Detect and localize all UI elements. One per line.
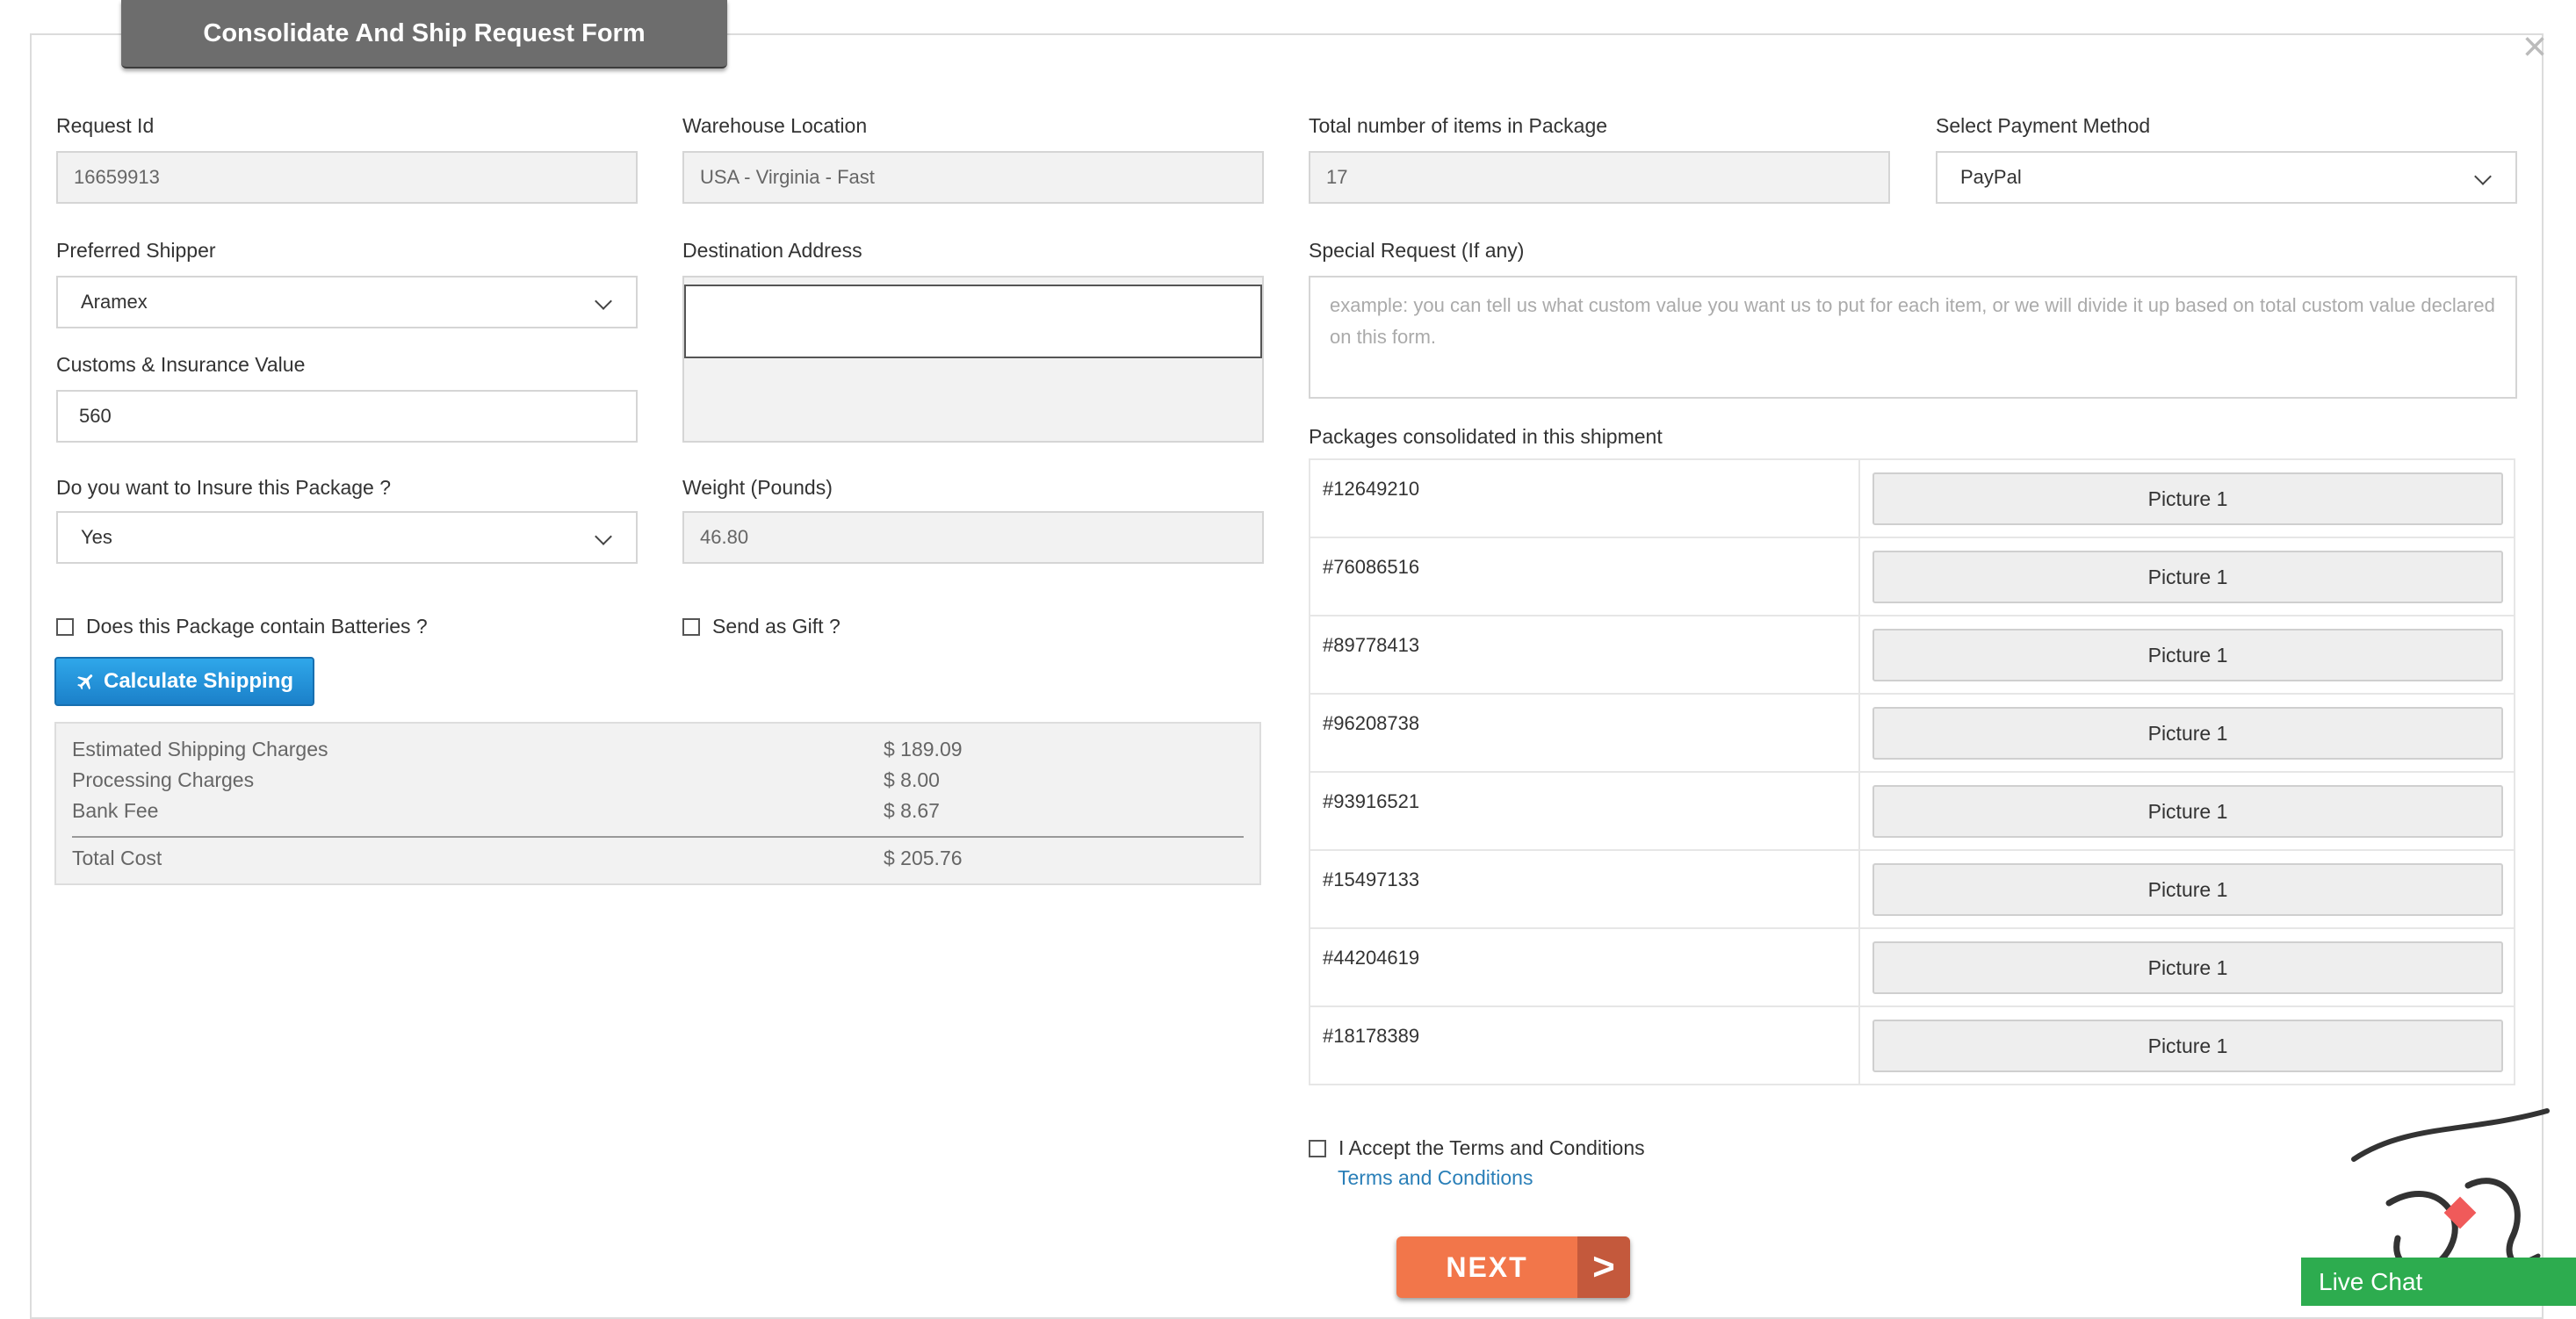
cost-label: Estimated Shipping Charges [72, 738, 328, 760]
total-items-field: 17 [1309, 151, 1890, 204]
table-row: #44204619 Picture 1 [1310, 929, 2514, 1007]
shipper-value: Aramex [81, 291, 148, 313]
batteries-label: Does this Package contain Batteries ? [86, 615, 428, 638]
weight-field: 46.80 [682, 511, 1264, 564]
cost-row: Bank Fee $ 8.67 [72, 799, 1244, 823]
package-id: #93916521 [1323, 790, 1420, 812]
destination-input[interactable] [684, 285, 1262, 358]
gift-checkbox[interactable] [682, 618, 700, 636]
picture-button[interactable]: Picture 1 [1872, 707, 2503, 760]
terms-checkbox[interactable] [1309, 1140, 1326, 1157]
special-request-placeholder: example: you can tell us what custom val… [1330, 294, 2495, 348]
insure-value: Yes [81, 526, 112, 548]
cost-summary: Estimated Shipping Charges $ 189.09 Proc… [54, 722, 1261, 885]
cost-row: Processing Charges $ 8.00 [72, 768, 1244, 792]
special-request-textarea[interactable]: example: you can tell us what custom val… [1309, 276, 2517, 399]
cost-divider [72, 836, 1244, 838]
weight-label: Weight (Pounds) [682, 476, 833, 499]
calculate-shipping-button[interactable]: Calculate Shipping [54, 657, 314, 706]
form-title: Consolidate And Ship Request Form [121, 0, 727, 68]
next-button[interactable]: NEXT > [1396, 1236, 1630, 1298]
picture-button[interactable]: Picture 1 [1872, 785, 2503, 838]
payment-select[interactable]: PayPal [1936, 151, 2517, 204]
cost-row: Estimated Shipping Charges $ 189.09 [72, 738, 1244, 761]
warehouse-field: USA - Virginia - Fast [682, 151, 1264, 204]
table-row: #96208738 Picture 1 [1310, 695, 2514, 773]
payment-label: Select Payment Method [1936, 114, 2151, 137]
cost-value: $ 189.09 [884, 738, 963, 760]
table-row: #12649210 Picture 1 [1310, 460, 2514, 538]
table-row: #93916521 Picture 1 [1310, 773, 2514, 851]
picture-button[interactable]: Picture 1 [1872, 1020, 2503, 1072]
table-row: #89778413 Picture 1 [1310, 616, 2514, 695]
table-row: #76086516 Picture 1 [1310, 538, 2514, 616]
batteries-checkbox[interactable] [56, 618, 74, 636]
packages-table: #12649210 Picture 1 #76086516 Picture 1 … [1309, 458, 2515, 1085]
calculate-shipping-label: Calculate Shipping [103, 669, 294, 693]
shipper-label: Preferred Shipper [56, 239, 216, 262]
next-label: NEXT [1446, 1251, 1528, 1283]
picture-button[interactable]: Picture 1 [1872, 863, 2503, 916]
cost-label: Processing Charges [72, 768, 255, 791]
payment-value: PayPal [1960, 166, 2022, 188]
total-cost-row: Total Cost $ 205.76 [72, 847, 1244, 870]
package-id: #15497133 [1323, 869, 1420, 890]
special-request-label: Special Request (If any) [1309, 239, 1525, 262]
package-id: #89778413 [1323, 634, 1420, 656]
request-id-label: Request Id [56, 114, 155, 137]
live-chat-button[interactable]: Live Chat [2301, 1258, 2576, 1306]
terms-checkbox-label: I Accept the Terms and Conditions [1339, 1136, 1645, 1159]
cost-value: $ 8.00 [884, 768, 940, 791]
warehouse-label: Warehouse Location [682, 114, 868, 137]
request-id-field: 16659913 [56, 151, 638, 204]
shipper-select[interactable]: Aramex [56, 276, 638, 328]
terms-link[interactable]: Terms and Conditions [1338, 1166, 1533, 1190]
package-id: #44204619 [1323, 947, 1420, 969]
package-id: #96208738 [1323, 712, 1420, 734]
customs-label: Customs & Insurance Value [56, 353, 306, 376]
total-cost-value: $ 205.76 [884, 847, 963, 869]
customs-input[interactable]: 560 [56, 390, 638, 443]
package-id: #12649210 [1323, 478, 1420, 500]
package-id: #76086516 [1323, 556, 1420, 578]
total-items-label: Total number of items in Package [1309, 114, 1608, 137]
gift-label: Send as Gift ? [712, 615, 841, 638]
packages-label: Packages consolidated in this shipment [1309, 425, 1663, 448]
destination-label: Destination Address [682, 239, 862, 262]
next-arrow-icon: > [1577, 1236, 1630, 1298]
picture-button[interactable]: Picture 1 [1872, 472, 2503, 525]
cost-label: Bank Fee [72, 799, 159, 822]
picture-button[interactable]: Picture 1 [1872, 629, 2503, 681]
table-row: #18178389 Picture 1 [1310, 1007, 2514, 1085]
package-id: #18178389 [1323, 1025, 1420, 1047]
insure-label: Do you want to Insure this Package ? [56, 476, 391, 499]
picture-button[interactable]: Picture 1 [1872, 941, 2503, 994]
total-cost-label: Total Cost [72, 847, 162, 869]
destination-box [682, 276, 1264, 443]
table-row: #15497133 Picture 1 [1310, 851, 2514, 929]
cost-value: $ 8.67 [884, 799, 940, 822]
plane-icon [77, 674, 93, 690]
close-icon[interactable]: × [2522, 23, 2547, 71]
insure-select[interactable]: Yes [56, 511, 638, 564]
picture-button[interactable]: Picture 1 [1872, 551, 2503, 603]
